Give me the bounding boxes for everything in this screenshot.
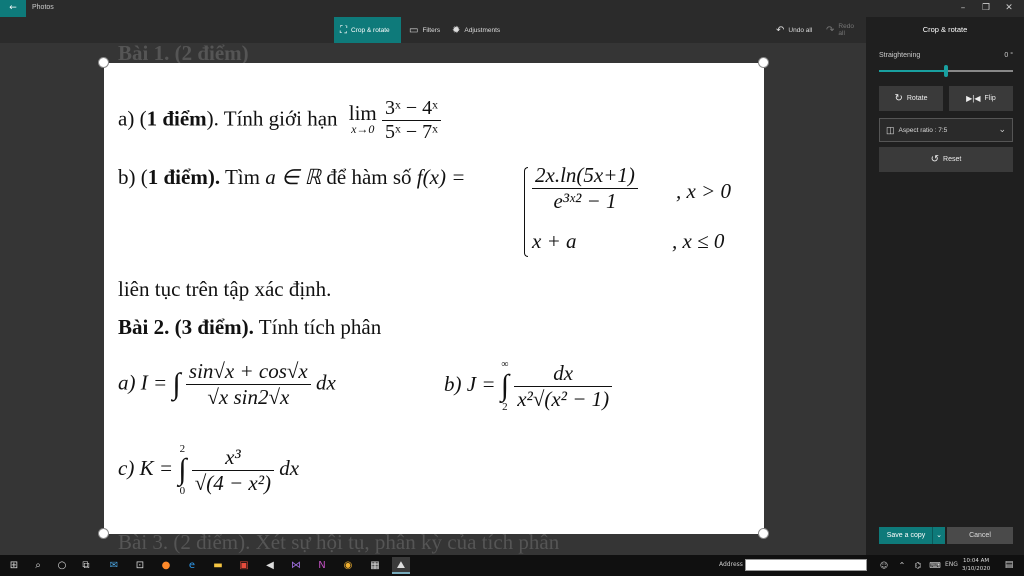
case-1-condition: , x > 0 — [676, 179, 731, 203]
cropped-footer-text: Bài 3. (2 điểm). Xét sự hội tụ, phân kỳ … — [118, 534, 560, 554]
slider-fill — [879, 70, 946, 72]
crop-icon: ⛶ — [340, 24, 347, 36]
undo-all-button[interactable]: ↶ Undo all — [770, 17, 818, 43]
cropped-area-bottom: Bài 3. (2 điểm). Xét sự hội tụ, phân kỳ … — [104, 534, 764, 555]
tab-adjustments[interactable]: ✹ Adjustments — [446, 17, 506, 43]
cancel-button[interactable]: Cancel — [947, 527, 1013, 544]
integral-b: b) J = ∞ ∫ 2 dx x²√(x² − 1) — [444, 359, 613, 413]
limit-operator: lim x→0 — [348, 100, 377, 136]
limit-fraction: 3ˣ − 4ˣ 5ˣ − 7ˣ — [382, 97, 441, 144]
aspect-ratio-icon: ◫ — [886, 124, 895, 135]
image-canvas[interactable]: Bài 1. (2 điểm) a) (1 điểm). Tính giới h… — [0, 43, 866, 555]
straightening-label: Straightening — [879, 52, 921, 59]
search-icon[interactable]: ⌕ — [29, 557, 47, 574]
app-title: Photos — [32, 4, 54, 11]
rotate-icon: ↻ — [894, 93, 903, 104]
flip-icon: ▶|◀ — [966, 94, 981, 103]
filters-icon: ▭ — [409, 24, 419, 36]
integral-c: c) K = 2 ∫ 0 x³ √(4 − x²) dx — [118, 443, 300, 497]
language-indicator[interactable]: ENG — [945, 561, 958, 568]
integral-sign: ∫ — [178, 453, 187, 486]
case-1: 2x.ln(5x+1) e³ˣ² − 1 — [532, 163, 638, 214]
undo-icon: ↶ — [776, 24, 785, 36]
reset-button[interactable]: ↺ Reset — [879, 147, 1013, 172]
keyboard-icon[interactable]: ⌨ — [926, 557, 944, 574]
save-a-copy-button[interactable]: Save a copy ⌄ — [879, 527, 945, 544]
flip-button[interactable]: ▶|◀ Flip — [949, 86, 1013, 111]
photo-crop-region[interactable]: a) (1 điểm). Tính giới hạn lim x→0 3ˣ − … — [104, 63, 764, 534]
file-explorer-icon[interactable]: ▬ — [209, 557, 227, 574]
integral-sign: ∫ — [172, 367, 181, 401]
people-icon[interactable]: ☺ — [875, 557, 893, 574]
edge-icon[interactable]: e — [183, 557, 201, 574]
cropped-area-top: Bài 1. (2 điểm) — [104, 43, 764, 63]
task-view-icon[interactable]: ⧉ — [77, 557, 95, 574]
address-bar[interactable] — [745, 559, 867, 571]
close-icon[interactable]: ✕ — [996, 0, 1022, 17]
chevron-down-icon[interactable]: ⌄ — [932, 527, 945, 544]
firefox-icon[interactable]: ● — [157, 557, 175, 574]
straightening-slider[interactable] — [879, 65, 1013, 77]
case-2: x + a — [532, 229, 577, 253]
chevron-down-icon: ⌄ — [998, 124, 1006, 134]
tab-filters[interactable]: ▭ Filters — [403, 17, 446, 43]
aspect-ratio-dropdown[interactable]: ◫ Aspect ratio : 7:5 ⌄ — [879, 118, 1013, 142]
integral-a: a) I = ∫ sin√x + cos√x √x sin2√x dx — [118, 359, 336, 409]
crop-handle-top-left[interactable] — [98, 57, 109, 68]
crop-rotate-panel: Crop & rotate Straightening 0 ° ↻ Rotate… — [866, 17, 1024, 555]
store-icon[interactable]: ⊡ — [131, 557, 149, 574]
problem-1a: a) (1 điểm). Tính giới hạn lim x→0 3ˣ − … — [118, 97, 441, 144]
windows-start-icon[interactable]: ⊞ — [5, 557, 23, 574]
problem-2-heading: Bài 2. (3 điểm). Tính tích phân — [118, 315, 382, 339]
continuity-text: liên tục trên tập xác định. — [118, 277, 332, 301]
calculator-icon[interactable]: ▦ — [366, 557, 384, 574]
clock[interactable]: 10:04 AM 3/10/2020 — [962, 557, 990, 573]
sun-icon: ✹ — [452, 24, 461, 36]
redo-all-button[interactable]: ↷ Redo all — [820, 17, 866, 43]
onenote-icon[interactable]: N — [313, 557, 331, 574]
chrome-icon[interactable]: ◉ — [339, 557, 357, 574]
rotate-button[interactable]: ↻ Rotate — [879, 86, 943, 111]
problem-1b: b) (1 điểm). Tìm a ∈ ℝ để hàm số f(x) = — [118, 165, 466, 189]
piecewise-brace — [524, 167, 528, 257]
media-icon[interactable]: ▣ — [235, 557, 253, 574]
network-icon[interactable]: ⌬ — [909, 557, 927, 574]
photos-app-icon[interactable]: ⛰ — [392, 557, 410, 574]
redo-icon: ↷ — [826, 24, 835, 36]
reset-icon: ↺ — [930, 154, 940, 165]
cortana-icon[interactable]: ○ — [53, 557, 71, 574]
visual-studio-icon[interactable]: ⋈ — [287, 557, 305, 574]
slider-thumb[interactable] — [944, 65, 948, 77]
tab-crop-rotate[interactable]: ⛶ Crop & rotate — [334, 17, 401, 43]
crop-handle-bottom-left[interactable] — [98, 528, 109, 539]
title-bar: ← Photos – ❐ ✕ — [0, 0, 1024, 17]
notifications-icon[interactable]: ▤ — [1000, 557, 1018, 574]
back-arrow-icon[interactable]: ← — [0, 0, 26, 17]
integral-sign: ∫ — [500, 369, 509, 402]
case-2-condition: , x ≤ 0 — [672, 229, 725, 253]
crop-handle-bottom-right[interactable] — [758, 528, 769, 539]
mail-icon[interactable]: ✉ — [105, 557, 123, 574]
straightening-value: 0 ° — [1004, 52, 1013, 59]
edit-toolbar: ⛶ Crop & rotate ▭ Filters ✹ Adjustments … — [0, 17, 866, 43]
volume-app-icon[interactable]: ◀ — [261, 557, 279, 574]
panel-title: Crop & rotate — [922, 25, 968, 34]
address-label: Address — [719, 561, 743, 568]
cropped-heading: Bài 1. (2 điểm) — [118, 43, 249, 63]
taskbar: ⊞ ⌕ ○ ⧉ ✉ ⊡ ● e ▬ ▣ ◀ ⋈ N ◉ ▦ ⛰ Address … — [0, 555, 1024, 576]
crop-handle-top-right[interactable] — [758, 57, 769, 68]
